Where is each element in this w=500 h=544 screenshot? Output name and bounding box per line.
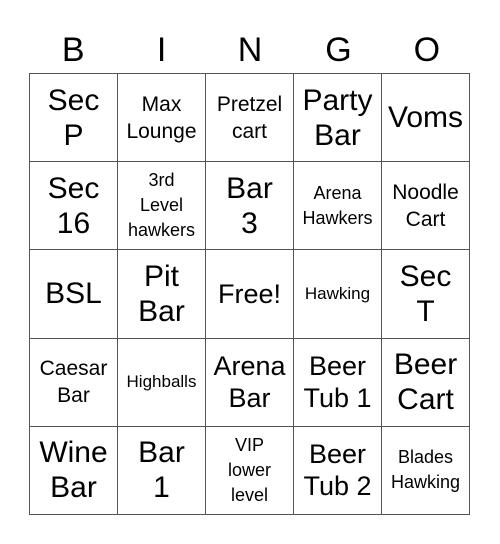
bingo-cell-label: Pit Bar [138,259,185,328]
bingo-cell-label: Noodle Cart [392,180,459,231]
bingo-cell[interactable]: Party Bar [294,74,382,163]
bingo-cell[interactable]: Hawking [294,250,382,339]
bingo-card-grid: Sec P Max Lounge Pretzel cart Party Bar Voms… [29,73,470,515]
bingo-cell[interactable]: Beer Tub 2 [294,426,382,515]
bingo-cell[interactable]: Voms [382,74,470,163]
bingo-cell-label: VIP lower level [227,434,271,505]
bingo-cell[interactable]: 3rd Level hawkers [118,162,206,251]
bingo-cell-label: Voms [387,101,464,135]
bingo-cell[interactable]: Wine Bar [30,426,118,515]
bingo-cell[interactable]: Caesar Bar [30,338,118,427]
bingo-cell-label: Arena Hawkers [302,182,373,228]
bingo-cell-label: Wine Bar [39,436,108,505]
bingo-cell-label: Sec 16 [47,171,100,240]
header-letter-o: O [413,31,441,69]
header-letter-i: I [156,31,167,69]
bingo-cell[interactable]: Sec 16 [30,162,118,251]
bingo-cell-label: Max Lounge [126,92,197,143]
bingo-cell[interactable]: Beer Cart [382,338,470,427]
free-space-cell[interactable]: Free! [206,250,294,339]
bingo-cell-label: BSL [45,277,102,311]
bingo-cell-label: Free! [217,278,282,309]
bingo-cell-label: Sec P [47,83,100,152]
bingo-cell-label: Caesar Bar [39,357,108,408]
bingo-cell[interactable]: Beer Tub 1 [294,338,382,427]
header-letter-b: B [61,31,85,69]
bingo-cell[interactable]: Arena Bar [206,338,294,427]
bingo-cell-label: Sec T [399,259,452,328]
header-letter-n: N [237,31,263,69]
bingo-cell-label: Party Bar [302,83,373,152]
header-letter-g: G [325,31,352,69]
bingo-cell-label: Arena Bar [213,351,286,414]
bingo-cell-label: Highballs [126,372,197,392]
bingo-cell[interactable]: Max Lounge [118,74,206,163]
bingo-cell-label: Hawking [304,283,371,303]
bingo-cell[interactable]: Pretzel cart [206,74,294,163]
bingo-cell-label: 3rd Level hawkers [127,170,196,241]
bingo-cell-label: Bar 1 [138,436,185,505]
bingo-cell-label: Pretzel cart [216,92,283,143]
bingo-cell[interactable]: VIP lower level [206,426,294,515]
bingo-cell[interactable]: Noodle Cart [382,162,470,251]
bingo-cell-label: Blades Hawking [390,447,461,493]
bingo-cell[interactable]: Bar 1 [118,426,206,515]
bingo-cell[interactable]: Sec P [30,74,118,163]
bingo-cell[interactable]: Pit Bar [118,250,206,339]
bingo-cell-label: Beer Cart [393,348,458,417]
bingo-cell[interactable]: BSL [30,250,118,339]
bingo-cell[interactable]: Bar 3 [206,162,294,251]
bingo-header: B I N G O [29,28,471,73]
bingo-cell-label: Beer Tub 1 [303,351,372,414]
bingo-cell[interactable]: Highballs [118,338,206,427]
bingo-cell-label: Bar 3 [226,171,273,240]
bingo-cell-label: Beer Tub 2 [303,439,372,502]
bingo-cell[interactable]: Arena Hawkers [294,162,382,251]
bingo-cell[interactable]: Sec T [382,250,470,339]
bingo-cell[interactable]: Blades Hawking [382,426,470,515]
